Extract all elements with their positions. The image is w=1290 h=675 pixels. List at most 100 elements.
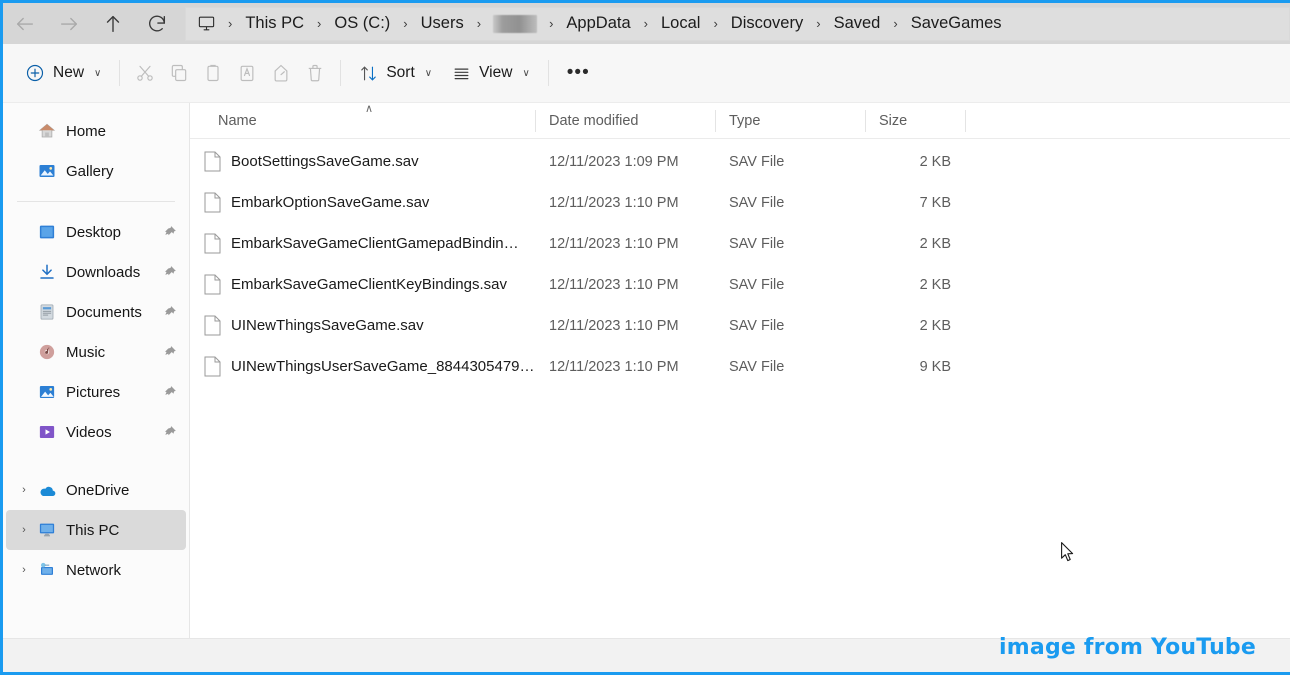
breadcrumb[interactable]: › This PC › OS (C:) › Users › › AppData … (185, 7, 1290, 41)
cut-icon[interactable] (128, 56, 162, 90)
breadcrumb-item-local[interactable]: Local (654, 12, 707, 35)
chevron-right-icon[interactable]: › (14, 564, 34, 576)
breadcrumb-item-discovery[interactable]: Discovery (724, 12, 810, 35)
file-type-cell: SAV File (715, 277, 865, 293)
table-row[interactable]: EmbarkSaveGameClientGamepadBindin… 12/11… (190, 223, 1290, 264)
sidebar-item-onedrive[interactable]: › OneDrive (6, 470, 186, 510)
file-name-cell[interactable]: EmbarkOptionSaveGame.sav (190, 192, 535, 213)
file-name-cell[interactable]: UINewThingsUserSaveGame_8844305479… (190, 356, 535, 377)
sidebar-item-label: Pictures (66, 384, 162, 401)
file-explorer-window: › This PC › OS (C:) › Users › › AppData … (0, 0, 1290, 675)
pin-icon[interactable] (162, 305, 178, 319)
column-header-size[interactable]: Size (865, 103, 965, 139)
file-icon (204, 192, 221, 213)
breadcrumb-item-username-redacted[interactable] (493, 15, 537, 33)
sort-button[interactable]: Sort ∨ (349, 55, 442, 91)
plus-circle-icon (25, 63, 45, 83)
sidebar-item-music[interactable]: › Music (6, 332, 186, 372)
new-button[interactable]: New ∨ (15, 55, 111, 91)
forward-button[interactable] (47, 3, 91, 44)
pin-icon[interactable] (162, 225, 178, 239)
file-name-cell[interactable]: EmbarkSaveGameClientGamepadBindin… (190, 233, 535, 254)
file-type-cell: SAV File (715, 359, 865, 375)
sidebar-item-videos[interactable]: › Videos (6, 412, 186, 452)
chevron-down-icon: ∨ (425, 68, 432, 79)
breadcrumb-item-os-c[interactable]: OS (C:) (327, 12, 397, 35)
file-date-cell: 12/11/2023 1:10 PM (535, 277, 715, 293)
column-header-type[interactable]: Type (715, 103, 865, 139)
home-icon (34, 122, 60, 140)
breadcrumb-item-this-pc[interactable]: This PC (238, 12, 311, 35)
column-header-date-modified[interactable]: Date modified (535, 103, 715, 139)
sidebar-item-label: This PC (66, 522, 178, 539)
column-header-name[interactable]: Name ∧ (190, 103, 535, 139)
file-list[interactable]: BootSettingsSaveGame.sav 12/11/2023 1:09… (190, 139, 1290, 638)
back-button[interactable] (3, 3, 47, 44)
music-icon (34, 343, 60, 361)
explorer-body: › Home › Gallery › Desktop (3, 103, 1290, 638)
sidebar-item-this-pc[interactable]: › This PC (6, 510, 186, 550)
delete-icon[interactable] (298, 56, 332, 90)
file-icon (204, 151, 221, 172)
pin-icon[interactable] (162, 425, 178, 439)
sidebar-divider (17, 201, 175, 202)
file-name-label: EmbarkSaveGameClientKeyBindings.sav (231, 276, 507, 293)
up-button[interactable] (91, 3, 135, 44)
file-name-label: UINewThingsSaveGame.sav (231, 317, 424, 334)
breadcrumb-item-savegames[interactable]: SaveGames (904, 12, 1009, 35)
see-more-button[interactable]: ••• (557, 55, 600, 91)
pictures-icon (34, 383, 60, 401)
file-name-cell[interactable]: BootSettingsSaveGame.sav (190, 151, 535, 172)
file-type-cell: SAV File (715, 154, 865, 170)
file-type-cell: SAV File (715, 236, 865, 252)
pin-icon[interactable] (162, 265, 178, 279)
breadcrumb-separator: › (543, 16, 559, 31)
pin-icon[interactable] (162, 385, 178, 399)
file-size-cell: 2 KB (865, 154, 965, 170)
navigation-pane[interactable]: › Home › Gallery › Desktop (3, 103, 190, 638)
copy-icon[interactable] (162, 56, 196, 90)
file-name-label: EmbarkOptionSaveGame.sav (231, 194, 429, 211)
breadcrumb-separator: › (311, 16, 327, 31)
file-date-cell: 12/11/2023 1:10 PM (535, 359, 715, 375)
sidebar-item-pictures[interactable]: › Pictures (6, 372, 186, 412)
chevron-right-icon[interactable]: › (14, 484, 34, 496)
file-name-cell[interactable]: EmbarkSaveGameClientKeyBindings.sav (190, 274, 535, 295)
breadcrumb-separator: › (887, 16, 903, 31)
table-row[interactable]: UINewThingsUserSaveGame_8844305479… 12/1… (190, 346, 1290, 387)
table-row[interactable]: EmbarkSaveGameClientKeyBindings.sav 12/1… (190, 264, 1290, 305)
breadcrumb-item-appdata[interactable]: AppData (559, 12, 637, 35)
onedrive-icon (34, 481, 60, 500)
share-icon[interactable] (264, 56, 298, 90)
sidebar-item-home[interactable]: › Home (6, 111, 186, 151)
chevron-down-icon: ∨ (522, 68, 529, 79)
breadcrumb-item-saved[interactable]: Saved (827, 12, 888, 35)
paste-icon[interactable] (196, 56, 230, 90)
sidebar-item-downloads[interactable]: › Downloads (6, 252, 186, 292)
table-row[interactable]: BootSettingsSaveGame.sav 12/11/2023 1:09… (190, 141, 1290, 182)
gallery-icon (34, 162, 60, 180)
breadcrumb-item-users[interactable]: Users (414, 12, 471, 35)
pin-icon[interactable] (162, 345, 178, 359)
network-icon (34, 561, 60, 579)
column-header-label: Size (879, 113, 907, 129)
file-icon (204, 356, 221, 377)
address-bar: › This PC › OS (C:) › Users › › AppData … (3, 3, 1290, 44)
chevron-right-icon[interactable]: › (14, 524, 34, 536)
refresh-button[interactable] (135, 3, 179, 44)
breadcrumb-separator: › (471, 16, 487, 31)
new-button-label: New (53, 64, 84, 82)
rename-icon[interactable] (230, 56, 264, 90)
sidebar-item-label: Home (66, 123, 178, 140)
sidebar-item-documents[interactable]: › Documents (6, 292, 186, 332)
view-button[interactable]: View ∨ (442, 55, 540, 91)
file-name-cell[interactable]: UINewThingsSaveGame.sav (190, 315, 535, 336)
file-date-cell: 12/11/2023 1:10 PM (535, 236, 715, 252)
sidebar-item-gallery[interactable]: › Gallery (6, 151, 186, 191)
sidebar-item-network[interactable]: › Network (6, 550, 186, 590)
sidebar-item-desktop[interactable]: › Desktop (6, 212, 186, 252)
breadcrumb-separator: › (638, 16, 654, 31)
table-row[interactable]: UINewThingsSaveGame.sav 12/11/2023 1:10 … (190, 305, 1290, 346)
column-header-label: Name (218, 113, 257, 129)
table-row[interactable]: EmbarkOptionSaveGame.sav 12/11/2023 1:10… (190, 182, 1290, 223)
